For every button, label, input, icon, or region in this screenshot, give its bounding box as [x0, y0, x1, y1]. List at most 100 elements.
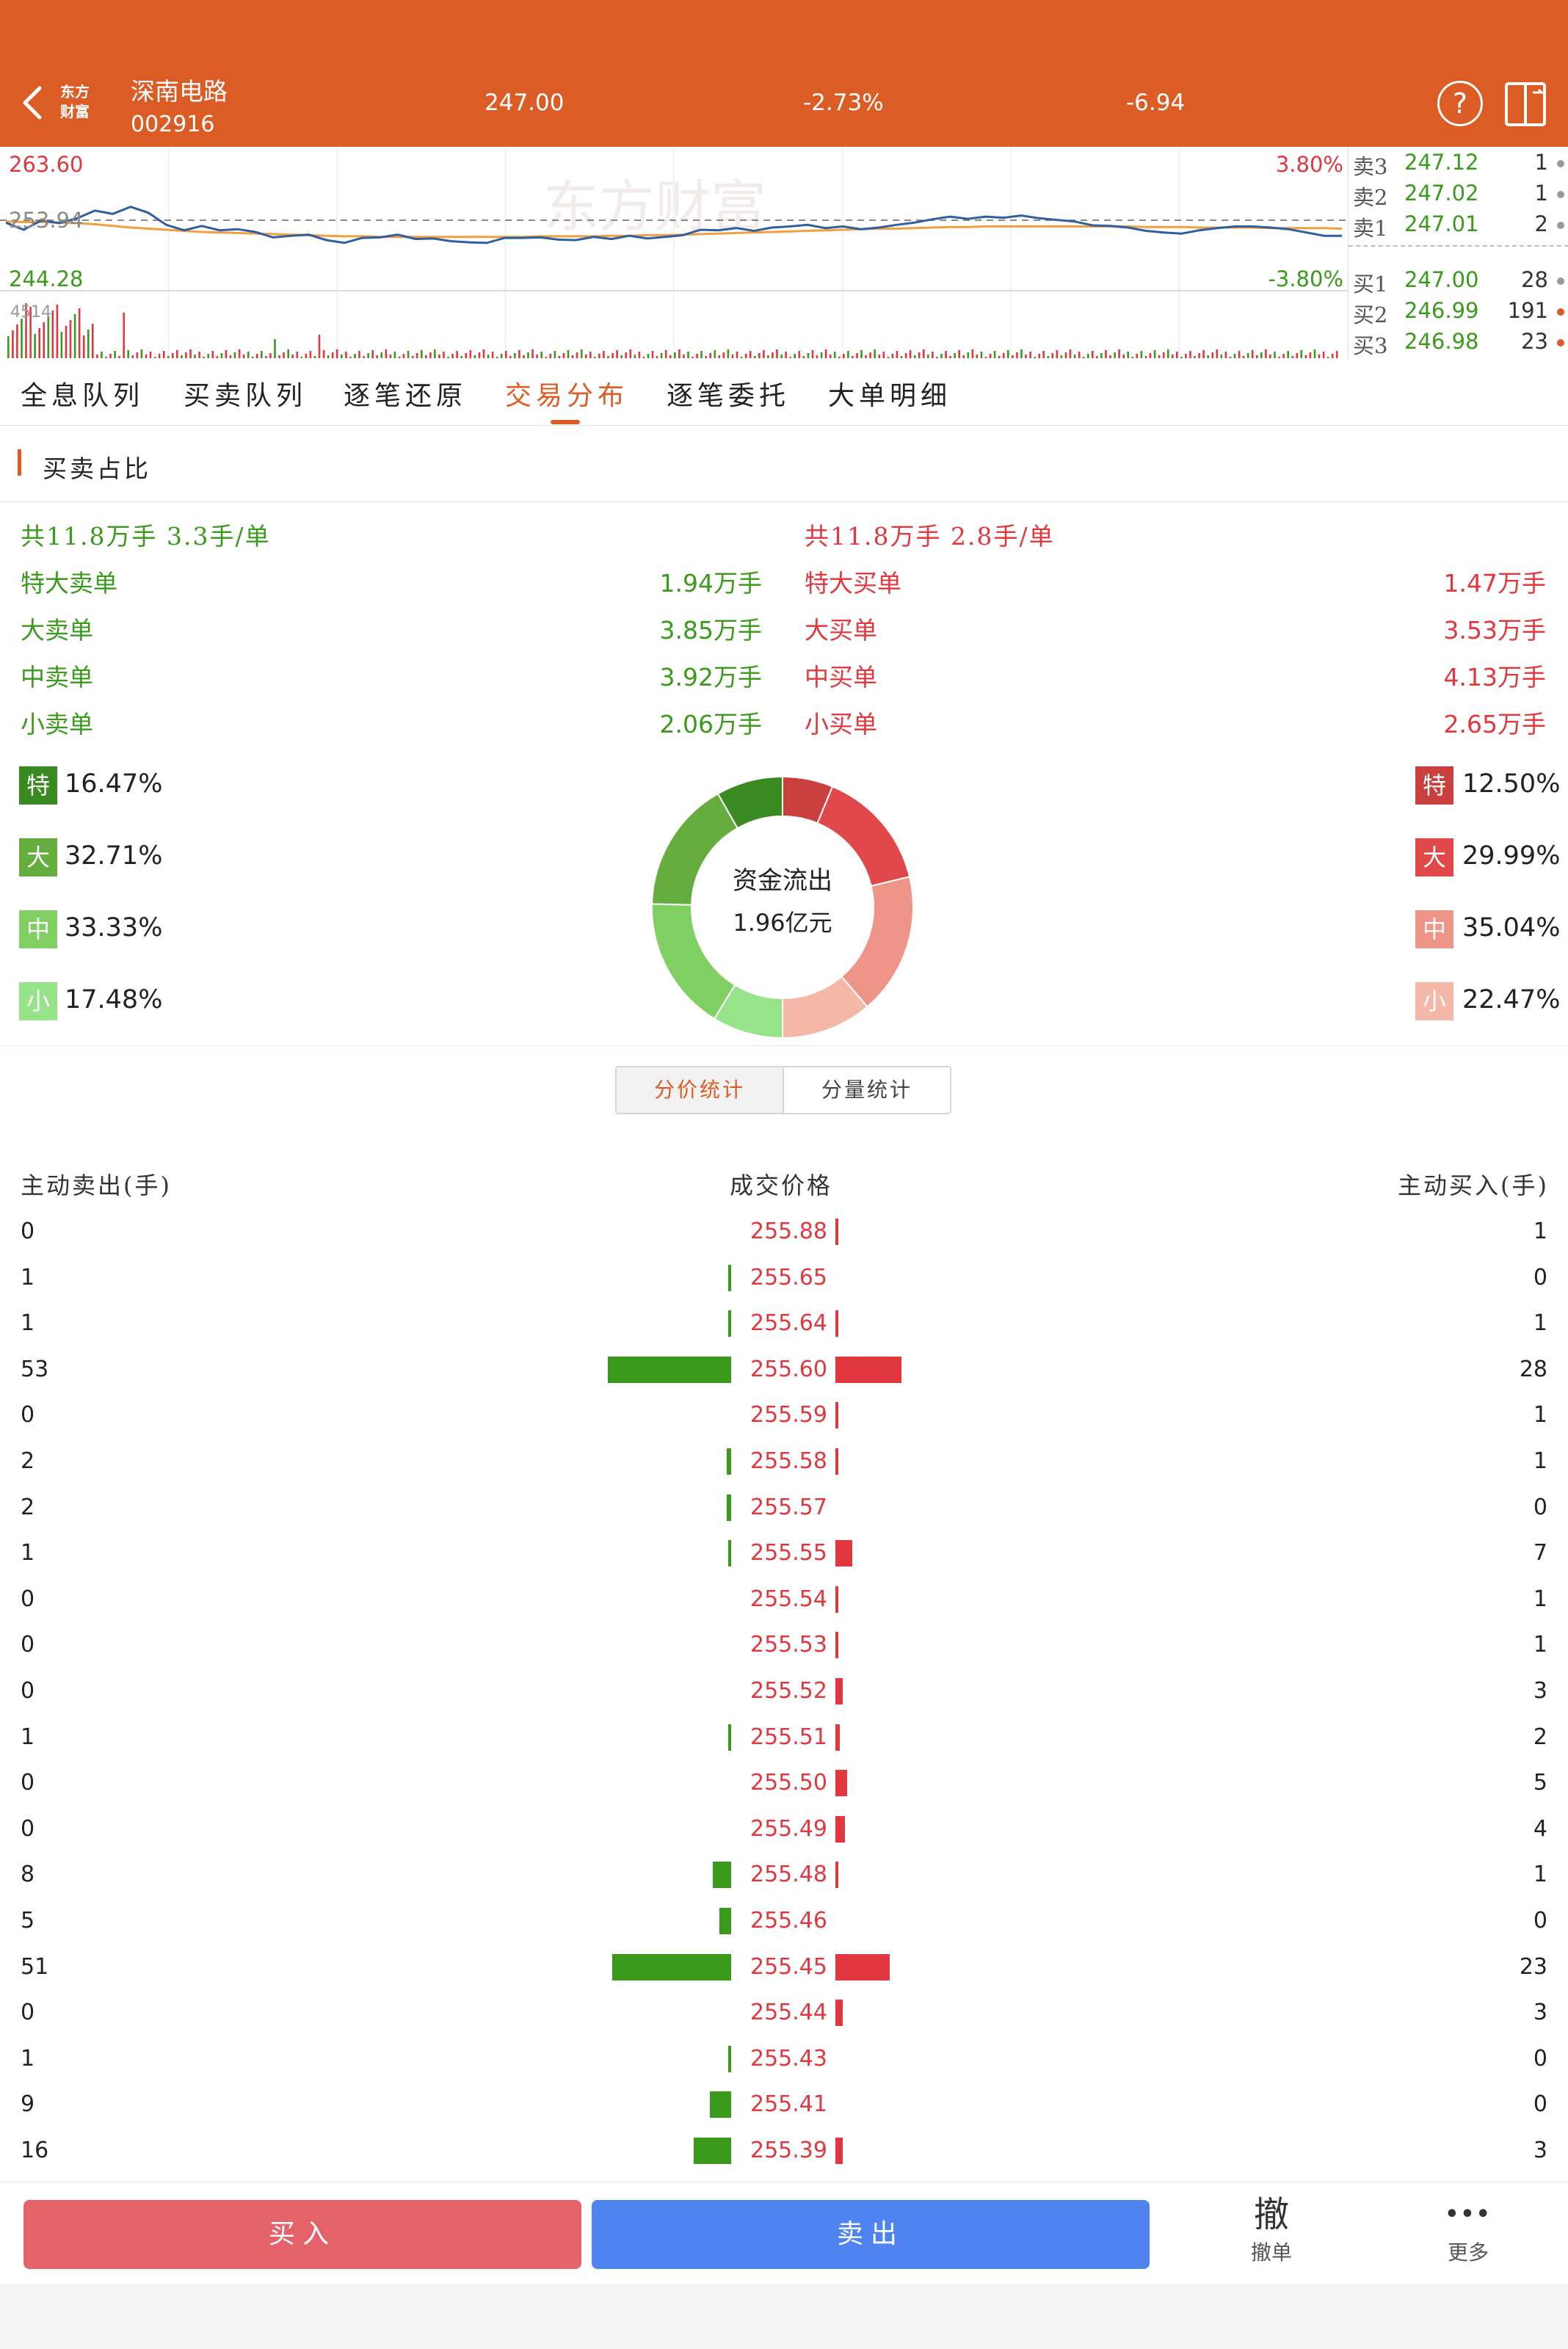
trade-price: 255.53 [750, 1632, 827, 1658]
header-active-sell: 主动卖出(手) [21, 1172, 172, 1199]
table-row[interactable]: 1 255.64 1 [0, 1301, 1568, 1347]
more-button[interactable]: ••• 更多 [1424, 2191, 1512, 2268]
sell-volume: 0 [21, 1815, 35, 1842]
orderbook-row[interactable]: 买2 246.99 191 [1349, 298, 1568, 327]
trade-price: 255.43 [750, 2045, 827, 2072]
orderbook-qty: 28 [1521, 267, 1548, 292]
table-row[interactable]: 1 255.43 0 [0, 2037, 1568, 2083]
table-row[interactable]: 0 255.50 5 [0, 1761, 1568, 1807]
buy-m-label: 中买单 [805, 663, 877, 691]
sell-volume: 0 [21, 2000, 35, 2026]
cancel-order-button[interactable]: 撤 撤单 [1227, 2191, 1315, 2268]
orderbook-dot-icon [1557, 160, 1564, 167]
buy-l-label: 大买单 [805, 616, 877, 645]
orderbook-row[interactable]: 买1 247.00 28 [1349, 267, 1568, 297]
layout-switch-icon[interactable] [1503, 81, 1550, 128]
table-row[interactable]: 1 255.51 2 [0, 1716, 1568, 1761]
tab-tick-restore[interactable]: 逐笔还原 [344, 374, 467, 413]
bottom-action-bar: 买入 卖出 撤 撤单 ••• 更多 [0, 2182, 1568, 2284]
buy-volume: 0 [1533, 1494, 1547, 1520]
buy-volume-bar [835, 1540, 852, 1567]
help-icon[interactable]: ? [1437, 81, 1483, 126]
buy-volume: 3 [1533, 2000, 1547, 2026]
orderbook-dot-icon [1557, 191, 1564, 198]
trade-price: 255.49 [750, 1815, 827, 1842]
toggle-by-volume[interactable]: 分量统计 [784, 1067, 950, 1113]
table-row[interactable]: 51 255.45 23 [0, 1945, 1568, 1991]
trade-price: 255.46 [750, 1908, 827, 1934]
tab-tick-orders[interactable]: 逐笔委托 [667, 374, 790, 413]
table-row[interactable]: 5 255.46 0 [0, 1899, 1568, 1945]
intraday-chart[interactable]: 东方财富 263.60 253.94 244.28 3.80% -3.80% 4… [0, 147, 1348, 360]
sell-volume: 0 [21, 1770, 35, 1796]
buy-volume-bar [835, 1953, 890, 1981]
table-row[interactable]: 1 255.65 0 [0, 1256, 1568, 1301]
tab-bar: 全息队列 买卖队列 逐笔还原 交易分布 逐笔委托 大单明细 [0, 360, 1568, 426]
orderbook-row[interactable]: 卖2 247.02 1 [1349, 181, 1568, 210]
header-trade-price: 成交价格 [730, 1172, 833, 1199]
orderbook-dot-icon [1557, 339, 1564, 346]
toggle-by-price[interactable]: 分价统计 [617, 1067, 784, 1113]
sell-volume-bar [694, 2138, 731, 2164]
trade-price: 255.57 [750, 1494, 827, 1520]
table-row[interactable]: 0 255.54 1 [0, 1578, 1568, 1623]
sell-legend-pct: 33.33% [65, 913, 163, 943]
buy-volume-bar [835, 1448, 838, 1475]
table-row[interactable]: 16 255.39 3 [0, 2129, 1568, 2174]
orderbook-dot-icon [1557, 222, 1564, 229]
table-row[interactable]: 2 255.58 1 [0, 1439, 1568, 1485]
trade-price: 255.58 [750, 1448, 827, 1474]
sell-volume: 1 [21, 1264, 35, 1290]
donut-buy-slice [841, 876, 914, 1008]
table-row[interactable]: 9 255.41 0 [0, 2083, 1568, 2128]
header-change: -6.94 [1126, 90, 1186, 116]
buy-button[interactable]: 买入 [23, 2200, 581, 2269]
orderbook-row[interactable]: 卖1 247.01 2 [1349, 211, 1568, 241]
buy-legend-tag: 特 [1415, 766, 1453, 805]
header-price: 247.00 [484, 90, 565, 116]
orderbook-label: 卖3 [1353, 154, 1388, 179]
table-row[interactable]: 0 255.59 1 [0, 1393, 1568, 1439]
orderbook-price: 246.98 [1404, 329, 1479, 354]
orderbook-row[interactable]: 卖3 247.12 1 [1349, 150, 1568, 179]
more-icon: ••• [1445, 2201, 1492, 2227]
table-row[interactable]: 0 255.52 3 [0, 1669, 1568, 1715]
orderbook-row[interactable]: 买3 246.98 23 [1349, 329, 1568, 358]
sell-legend-tag: 小 [19, 982, 57, 1020]
trade-price: 255.44 [750, 2000, 827, 2026]
sell-volume: 51 [21, 1953, 49, 1980]
table-row[interactable]: 8 255.48 1 [0, 1853, 1568, 1898]
sell-volume: 2 [21, 1494, 35, 1520]
table-row[interactable]: 0 255.44 3 [0, 1991, 1568, 2036]
sell-m-value: 3.92万手 [659, 663, 762, 691]
trade-price: 255.65 [750, 1264, 827, 1290]
table-row[interactable]: 2 255.57 0 [0, 1486, 1568, 1531]
sell-volume: 0 [21, 1632, 35, 1658]
sell-s-value: 2.06万手 [659, 710, 762, 738]
sell-volume-bar [728, 2045, 731, 2072]
buy-volume-bar [835, 1724, 841, 1751]
buy-legend-pct: 29.99% [1462, 841, 1561, 871]
sell-volume-bar [612, 1953, 731, 1981]
stock-name: 深南电路 [131, 77, 228, 106]
sell-volume-bar [728, 1264, 731, 1291]
sell-volume: 1 [21, 1310, 35, 1337]
sell-l-value: 3.85万手 [659, 616, 762, 645]
table-row[interactable]: 0 255.49 4 [0, 1807, 1568, 1853]
tab-large-orders[interactable]: 大单明细 [828, 374, 951, 413]
back-icon[interactable] [15, 81, 51, 125]
table-row[interactable]: 1 255.55 7 [0, 1531, 1568, 1577]
tab-bidask-queue[interactable]: 买卖队列 [184, 374, 307, 413]
sell-volume-bar [728, 1724, 731, 1751]
table-row[interactable]: 53 255.60 28 [0, 1348, 1568, 1393]
table-row[interactable]: 0 255.53 1 [0, 1623, 1568, 1669]
buy-volume: 0 [1533, 1264, 1547, 1290]
sell-summary: 共11.8万手 3.3手/单 [21, 522, 271, 551]
sell-volume-bar [710, 2091, 731, 2119]
table-row[interactable]: 0 255.88 1 [0, 1210, 1568, 1255]
tab-full-queue[interactable]: 全息队列 [21, 374, 144, 413]
buy-volume-bar [835, 1219, 838, 1245]
sell-button[interactable]: 卖出 [592, 2200, 1150, 2269]
header-active-buy: 主动买入(手) [1398, 1172, 1549, 1199]
tab-trade-distribution[interactable]: 交易分布 [505, 374, 628, 413]
